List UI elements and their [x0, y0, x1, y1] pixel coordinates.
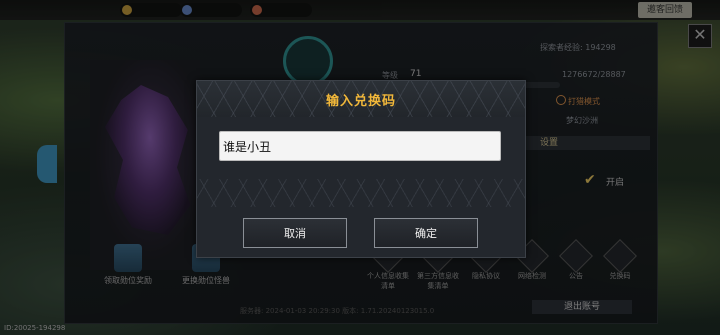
cancel-button[interactable]: 取消	[243, 218, 347, 248]
dialog-title: 输入兑换码	[325, 94, 396, 109]
redeem-code-dialog: 输入兑换码 谁是小丑 取消 确定	[196, 80, 526, 258]
confirm-button[interactable]: 确定	[374, 218, 478, 248]
redeem-code-input[interactable]: 谁是小丑	[219, 131, 501, 161]
dialog-pattern-band	[197, 179, 525, 207]
